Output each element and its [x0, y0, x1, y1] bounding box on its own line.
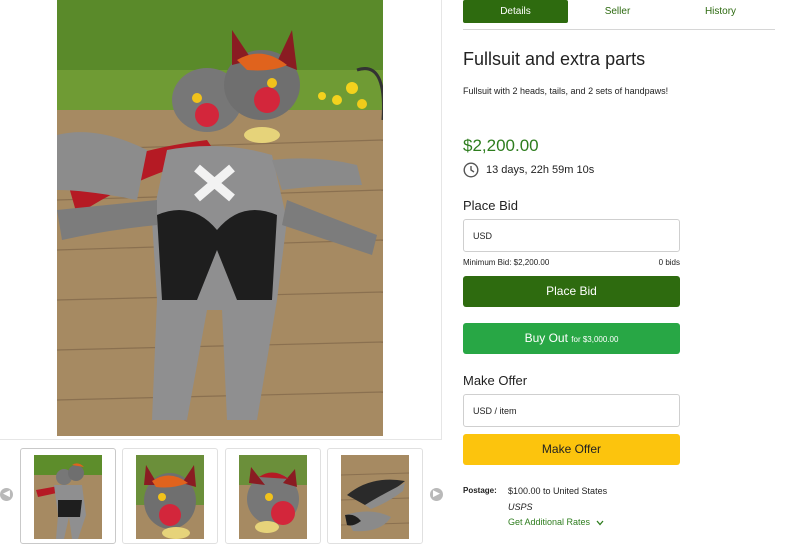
next-arrow-icon[interactable]: ▶ [430, 488, 443, 501]
listing-description: Fullsuit with 2 heads, tails, and 2 sets… [463, 86, 669, 96]
thumbnail-2[interactable] [122, 448, 218, 544]
thumbnail-1[interactable] [20, 448, 116, 544]
main-photo-frame [0, 0, 442, 440]
listing-title: Fullsuit and extra parts [463, 49, 646, 69]
minimum-bid-text: Minimum Bid: $2,200.00 [463, 258, 550, 267]
get-additional-rates-link[interactable]: Get Additional Rates [508, 517, 604, 527]
buy-out-button[interactable]: Buy Out for $3,000.00 [463, 323, 680, 354]
make-offer-heading: Make Offer [463, 373, 528, 388]
thumbnail-3[interactable] [225, 448, 321, 544]
thumbnail-image [34, 455, 102, 539]
tab-history[interactable]: History [668, 0, 773, 23]
thumbnail-image [136, 455, 204, 539]
previous-arrow-icon[interactable]: ◀ [0, 488, 13, 501]
chevron-down-icon [596, 520, 604, 526]
bid-amount-input[interactable] [463, 219, 680, 252]
clock-icon [463, 162, 479, 178]
postage-carrier: USPS [508, 502, 533, 512]
buy-out-price: for $3,000.00 [571, 335, 619, 344]
bid-info: Minimum Bid: $2,200.00 0 bids [463, 258, 680, 267]
tab-seller[interactable]: Seller [565, 0, 670, 23]
make-offer-button[interactable]: Make Offer [463, 434, 680, 465]
offer-amount-input[interactable] [463, 394, 680, 427]
bid-count: 0 bids [658, 258, 680, 267]
current-price: $2,200.00 [463, 136, 539, 155]
time-remaining-text: 13 days, 22h 59m 10s [486, 164, 595, 176]
place-bid-heading: Place Bid [463, 198, 518, 213]
tab-details[interactable]: Details [463, 0, 568, 23]
thumbnail-image [239, 455, 307, 539]
postage-label: Postage: [463, 486, 497, 495]
listing-tabs: Details Seller History [463, 0, 775, 30]
rates-link-text: Get Additional Rates [508, 517, 591, 527]
thumbnail-strip: ◀ ▶ [0, 446, 443, 548]
thumbnail-4[interactable] [327, 448, 423, 544]
postage-value: $100.00 to United States [508, 486, 608, 496]
main-listing-photo[interactable] [57, 0, 383, 436]
buy-out-label: Buy Out [524, 331, 568, 345]
place-bid-button[interactable]: Place Bid [463, 276, 680, 307]
thumbnail-image [341, 455, 409, 539]
fursuit-photo [57, 0, 383, 436]
